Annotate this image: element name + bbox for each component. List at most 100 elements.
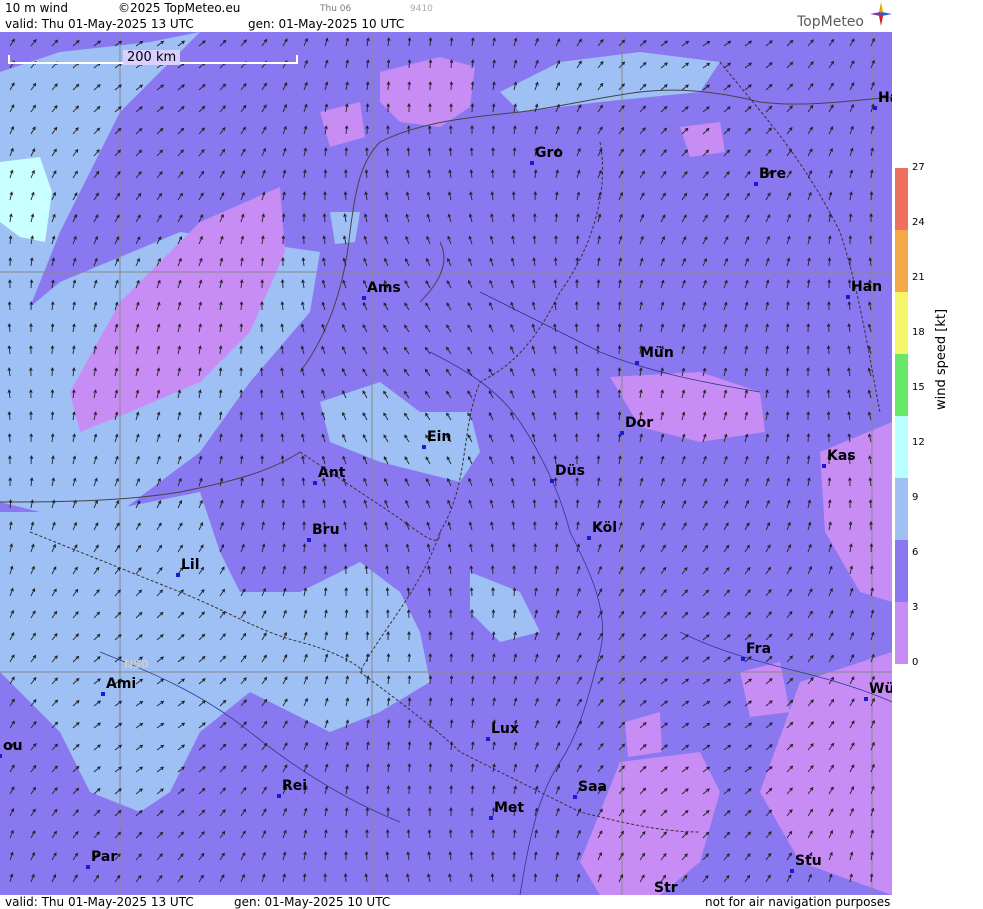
wind-arrow: [744, 809, 752, 817]
wind-arrow: [553, 301, 557, 311]
wind-arrow: [427, 565, 431, 575]
wind-arrow: [574, 367, 579, 377]
wind-arrow: [135, 853, 142, 861]
wind-arrow: [385, 565, 389, 575]
wind-arrow: [427, 169, 431, 179]
wind-arrow: [744, 105, 752, 113]
wind-arrow: [177, 853, 184, 861]
wind-arrow: [51, 830, 57, 839]
wind-arrow: [93, 809, 101, 817]
wind-arrow: [555, 587, 560, 597]
wind-arrow: [385, 169, 390, 179]
wind-arrow: [404, 302, 410, 311]
wind-arrow: [30, 851, 36, 861]
wind-arrow: [403, 346, 410, 355]
wind-arrow: [405, 235, 410, 245]
wind-arrow: [303, 763, 308, 773]
wind-arrow: [786, 192, 792, 201]
wind-arrow: [467, 324, 473, 333]
legend-color-band: [895, 353, 908, 416]
wind-arrow: [826, 323, 831, 333]
wind-arrow: [847, 389, 851, 399]
wind-arrow: [282, 742, 288, 751]
wind-arrow: [681, 301, 686, 311]
wind-arrow: [555, 851, 560, 861]
wind-arrow: [786, 677, 794, 685]
wind-arrow: [448, 873, 452, 883]
wind-arrow: [723, 477, 728, 487]
wind-arrow: [51, 787, 58, 795]
legend-tick: 15: [912, 382, 925, 393]
wind-arrow: [406, 565, 410, 575]
wind-arrow: [639, 700, 647, 707]
wind-arrow: [765, 852, 772, 861]
wind-arrow: [303, 59, 308, 69]
footer-valid-time: valid: Thu 01-May-2025 13 UTC: [5, 895, 194, 909]
wind-arrow: [219, 521, 224, 531]
wind-arrow: [491, 785, 496, 795]
wind-arrow: [531, 301, 536, 311]
wind-arrow: [786, 477, 791, 487]
wind-arrow: [344, 169, 348, 179]
city-marker: [754, 182, 758, 186]
city-label: Gro: [535, 145, 564, 161]
wind-arrow: [597, 543, 602, 553]
wind-arrow: [660, 235, 666, 245]
wind-arrow: [723, 301, 728, 311]
wind-arrow: [239, 433, 244, 443]
wind-arrow: [261, 543, 266, 553]
wind-arrow: [177, 214, 183, 223]
wind-arrow: [471, 719, 475, 729]
wind-zone-0-3: [740, 662, 790, 717]
wind-arrow: [828, 565, 833, 575]
logo-text: TopMeteo: [797, 14, 864, 30]
wind-arrow: [301, 235, 306, 245]
wind-arrow: [639, 367, 643, 377]
wind-arrow: [300, 345, 305, 355]
wind-arrow: [219, 830, 226, 839]
wind-arrow: [660, 279, 665, 289]
wind-arrow: [446, 280, 452, 289]
wind-arrow: [177, 192, 183, 201]
wind-zone-6-9: [470, 572, 540, 642]
wind-arrow: [300, 411, 305, 421]
wind-arrow: [468, 213, 473, 223]
wind-arrow: [765, 588, 772, 597]
wind-arrow: [618, 588, 624, 597]
wind-arrow: [744, 367, 749, 377]
wind-arrow: [9, 764, 15, 773]
wind-arrow: [426, 521, 431, 531]
city-label: Str: [654, 880, 678, 895]
wind-arrow: [198, 214, 204, 223]
wind-arrow: [639, 235, 644, 245]
wind-arrow: [259, 411, 264, 421]
wind-arrow: [446, 477, 452, 487]
wind-arrow: [323, 543, 327, 553]
wind-arrow: [617, 323, 622, 333]
wind-arrow: [323, 873, 327, 883]
wind-arrow: [827, 301, 831, 311]
wind-arrow: [492, 741, 496, 751]
wind-arrow: [428, 741, 433, 751]
wind-arrow: [406, 587, 411, 597]
wind-arrow: [448, 169, 452, 179]
wind-arrow: [51, 765, 58, 773]
wind-arrow: [786, 105, 793, 113]
wind-arrow: [512, 147, 517, 157]
city-marker: [635, 361, 639, 365]
wind-arrow: [490, 543, 495, 553]
wind-arrow: [344, 807, 349, 817]
wind-arrow: [114, 214, 120, 223]
wind-arrow: [576, 147, 581, 157]
wind-arrow: [723, 214, 729, 223]
wind-arrow: [618, 455, 622, 465]
wind-arrow: [681, 236, 687, 245]
wind-arrow: [786, 543, 792, 553]
wind-arrow: [449, 719, 454, 729]
wind-arrow: [785, 345, 790, 355]
wind-arrow: [492, 653, 496, 663]
wind-arrow: [469, 191, 473, 201]
wind-arrow: [240, 39, 247, 47]
wind-arrow: [468, 235, 473, 245]
wind-arrow: [555, 653, 560, 663]
